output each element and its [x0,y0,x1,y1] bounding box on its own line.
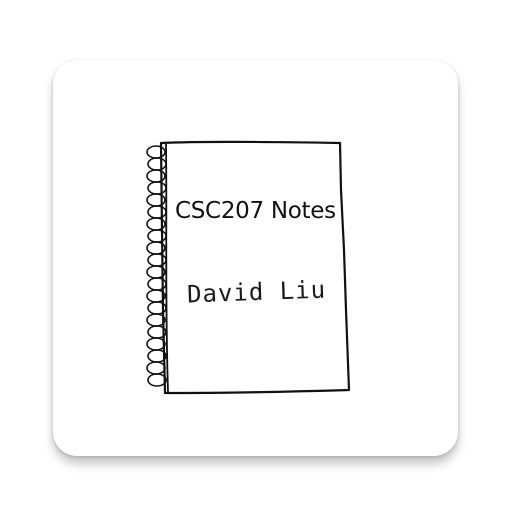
notebook-title: CSC207 Notes [175,198,336,224]
notebook-icon [146,140,351,395]
notebook-page-outline [159,140,351,395]
notebook-author: David Liu [186,275,327,309]
launcher-canvas: CSC207 Notes David Liu [0,0,512,512]
app-icon[interactable]: CSC207 Notes David Liu [53,60,458,456]
